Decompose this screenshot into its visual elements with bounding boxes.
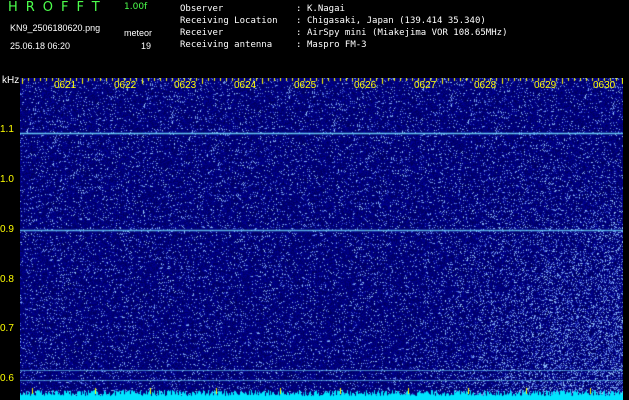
- x-tick-label: 0627: [414, 80, 437, 91]
- info-separator: :: [296, 40, 302, 50]
- x-tick-label: 0630: [593, 80, 616, 91]
- timestamp-label: 25.06.18 06:20: [10, 41, 71, 51]
- spectrogram-plot: [20, 78, 623, 400]
- frequency-unit-label: kHz: [2, 75, 20, 86]
- info-separator: :: [296, 16, 302, 26]
- info-value-location: Chigasaki, Japan (139.414 35.340): [307, 16, 486, 26]
- info-key-location: Receiving Location: [180, 16, 278, 26]
- y-tick-label: 1.1: [0, 124, 14, 135]
- info-separator: :: [296, 4, 302, 14]
- meteor-label: meteor: [124, 28, 153, 38]
- x-tick-label: 0623: [174, 80, 197, 91]
- info-value-antenna: Maspro FM-3: [307, 40, 367, 50]
- y-tick-label: 0.8: [0, 274, 14, 285]
- y-tick-label: 0.6: [0, 373, 14, 384]
- x-tick-label: 0622: [114, 80, 137, 91]
- y-tick-label: 0.7: [0, 323, 14, 334]
- info-separator: :: [296, 28, 302, 38]
- hrofft-window: HROFFT 1.00f KN9_2506180620.png meteor 2…: [0, 0, 629, 400]
- x-tick-label: 0629: [534, 80, 557, 91]
- x-tick-label: 0621: [54, 80, 77, 91]
- x-tick-label: 0626: [354, 80, 377, 91]
- version-label: 1.00f: [124, 2, 148, 12]
- info-key-observer: Observer: [180, 4, 224, 14]
- info-value-observer: K.Nagai: [307, 4, 345, 14]
- app-title: HROFFT: [8, 0, 108, 15]
- x-tick-label: 0624: [234, 80, 257, 91]
- filename-label: KN9_2506180620.png: [10, 23, 101, 33]
- meteor-count: 19: [141, 41, 152, 51]
- y-tick-label: 0.9: [0, 224, 14, 235]
- info-key-antenna: Receiving antenna: [180, 40, 273, 50]
- x-tick-label: 0628: [474, 80, 497, 91]
- y-tick-label: 1.0: [0, 174, 14, 185]
- info-value-receiver: AirSpy mini (Miakejima VOR 108.65MHz): [307, 28, 508, 38]
- x-tick-label: 0625: [294, 80, 317, 91]
- info-key-receiver: Receiver: [180, 28, 224, 38]
